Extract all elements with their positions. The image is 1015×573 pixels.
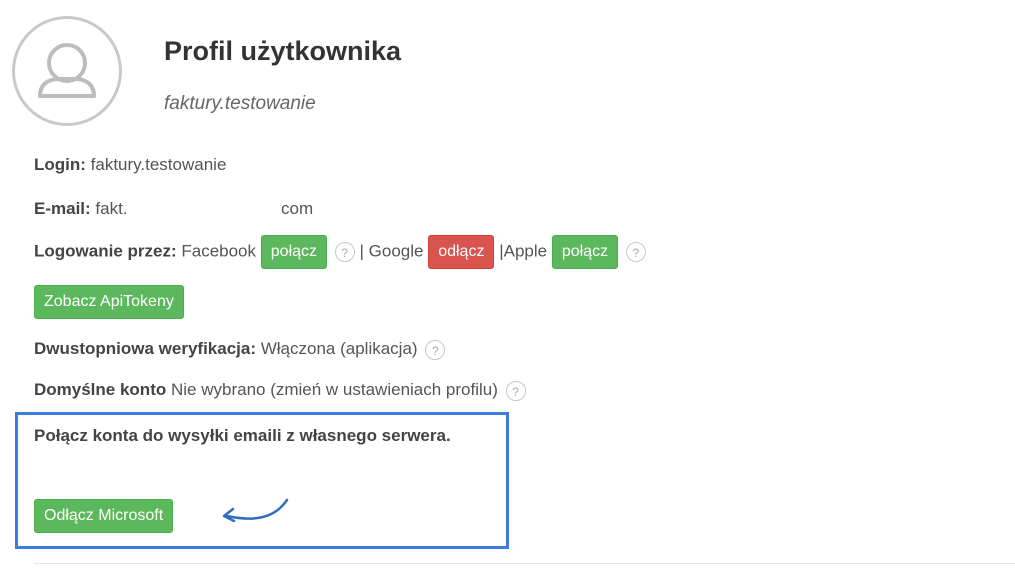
default-account-help-icon[interactable]: ? (505, 380, 526, 401)
facebook-help-icon[interactable]: ? (334, 242, 355, 262)
user-icon (38, 43, 96, 98)
login-value: faktury.testowanie (90, 155, 227, 174)
two-factor-help-icon[interactable]: ? (425, 339, 446, 360)
api-tokens-row: Zobacz ApiTokeny (34, 285, 184, 319)
social-login-label: Logowanie przez: (34, 241, 177, 261)
default-account-label: Domyślne konto (34, 380, 167, 399)
email-value-start: fakt. (95, 199, 128, 218)
email-row: E-mail: fakt. com (34, 199, 313, 219)
microsoft-row: Odłącz Microsoft (34, 499, 174, 533)
divider (34, 563, 1015, 564)
two-factor-row: Dwustopniowa weryfikacja: Włączona (apli… (34, 339, 446, 360)
apple-label: Apple (503, 241, 548, 261)
apple-help-icon[interactable]: ? (625, 242, 646, 262)
mail-servers-heading: Połącz konta do wysyłki emaili z własneg… (34, 426, 451, 445)
separator: | (359, 241, 364, 261)
api-tokens-button[interactable]: Zobacz ApiTokeny (34, 285, 184, 319)
page-title: Profil użytkownika (164, 36, 402, 66)
google-label: Google (368, 241, 424, 261)
disconnect-microsoft-button[interactable]: Odłącz Microsoft (34, 499, 174, 533)
email-value-end: com (281, 199, 314, 218)
email-label: E-mail: (34, 199, 91, 218)
facebook-connect-button[interactable]: połącz (260, 235, 328, 269)
social-login-row: Logowanie przez: Facebook połącz ? | Goo… (34, 235, 646, 269)
two-factor-label: Dwustopniowa weryfikacja: (34, 339, 256, 358)
apple-connect-button[interactable]: połącz (551, 235, 619, 269)
login-label: Login: (34, 155, 86, 174)
google-disconnect-button[interactable]: odłącz (428, 235, 495, 269)
default-account-value: Nie wybrano (zmień w ustawieniach profil… (170, 380, 498, 399)
facebook-label: Facebook (181, 241, 257, 261)
two-factor-value: Włączona (aplikacja) (260, 339, 418, 358)
login-row: Login: faktury.testowanie (34, 155, 226, 175)
avatar (12, 16, 122, 126)
arrow-icon (222, 498, 289, 523)
page-subtitle: faktury.testowanie (164, 93, 316, 114)
default-account-row: Domyślne konto Nie wybrano (zmień w usta… (34, 380, 526, 401)
